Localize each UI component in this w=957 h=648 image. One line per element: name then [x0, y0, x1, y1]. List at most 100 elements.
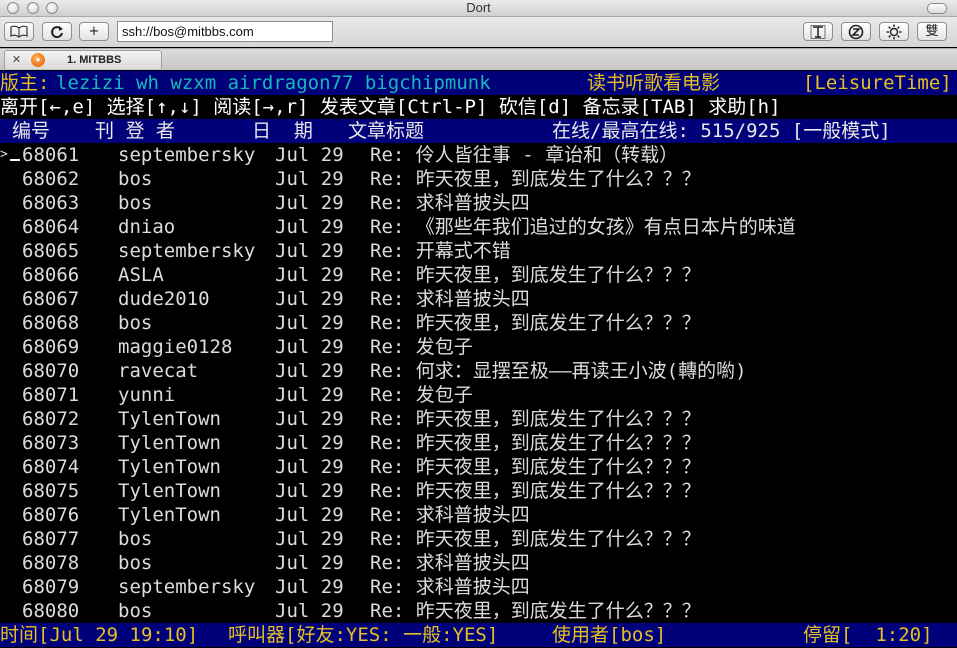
article-title: Re: 昨天夜里，到底发生了什么？？？	[370, 528, 701, 550]
column-header: 编号 刊 登 者 日 期 文章标题 在线/最高在线: 515/925 [一般模式…	[0, 119, 957, 143]
article-date: Jul 29	[275, 600, 344, 622]
status-bar: 时间[Jul 29 19:10] 呼叫器[好友:YES: 一般:YES] 使用者…	[0, 623, 957, 647]
article-number: 68078	[22, 552, 80, 574]
toolbar: + ssh://bos@mitbbs.com 雙	[0, 17, 957, 47]
article-author: bos	[118, 192, 153, 214]
article-number: 68073	[22, 432, 80, 454]
article-date: Jul 29	[275, 384, 344, 406]
online-count: 在线/最高在线: 515/925 [一般模式]	[552, 120, 891, 142]
article-title: Re: 昨天夜里，到底发生了什么？？？	[370, 408, 701, 430]
article-date: Jul 29	[275, 576, 344, 598]
article-date: Jul 29	[275, 288, 344, 310]
help-line: 离开[←,e] 选择[↑,↓] 阅读[→,r] 发表文章[Ctrl-P] 砍信[…	[0, 96, 781, 118]
col-date: 日 期	[252, 120, 313, 142]
article-number: 68077	[22, 528, 80, 550]
article-row[interactable]: 68080 bos Jul 29 Re: 昨天夜里，到底发生了什么？？？	[0, 599, 957, 623]
article-author: ASLA	[118, 264, 164, 286]
article-row[interactable]: 68073 TylenTown Jul 29 Re: 昨天夜里，到底发生了什么？？？	[0, 431, 957, 455]
article-row[interactable]: 68066 ASLA Jul 29 Re: 昨天夜里，到底发生了什么？？？	[0, 263, 957, 287]
article-date: Jul 29	[275, 432, 344, 454]
tab-bar: ✕ ★ 1. MITBBS	[0, 48, 957, 71]
article-title: Re: 求科普披头四	[370, 576, 530, 598]
article-row[interactable]: 68074 TylenTown Jul 29 Re: 昨天夜里，到底发生了什么？？？	[0, 455, 957, 479]
article-number: 68074	[22, 456, 80, 478]
article-title: Re: 求科普披头四	[370, 504, 530, 526]
article-author: bos	[118, 552, 153, 574]
article-number: 68063	[22, 192, 80, 214]
article-row[interactable]: 68069 maggie0128 Jul 29 Re: 发包子	[0, 335, 957, 359]
text-cursor	[10, 159, 20, 161]
article-author: dniao	[118, 216, 176, 238]
article-row[interactable]: 68078 bos Jul 29 Re: 求科普披头四	[0, 551, 957, 575]
board-name: [LeisureTime]	[803, 72, 952, 94]
article-title: Re: 昨天夜里，到底发生了什么？？？	[370, 432, 701, 454]
article-date: Jul 29	[275, 480, 344, 502]
article-row[interactable]: 68068 bos Jul 29 Re: 昨天夜里，到底发生了什么？？？	[0, 311, 957, 335]
article-row[interactable]: 68065 septembersky Jul 29 Re: 开幕式不错	[0, 239, 957, 263]
article-author: bos	[118, 600, 153, 622]
article-row[interactable]: >68061 septembersky Jul 29 Re: 伶人皆往事 - 章诒和（…	[0, 143, 957, 167]
address-field[interactable]: ssh://bos@mitbbs.com	[117, 21, 333, 42]
article-row[interactable]: 68067 dude2010 Jul 29 Re: 求科普披头四	[0, 287, 957, 311]
article-number: 68061	[22, 144, 80, 166]
settings-icon[interactable]	[879, 22, 909, 41]
article-author: maggie0128	[118, 336, 233, 358]
status-pager: 呼叫器[好友:YES: 一般:YES]	[228, 624, 499, 646]
status-stay: 停留[ 1:20]	[803, 624, 933, 646]
article-date: Jul 29	[275, 240, 344, 262]
article-row[interactable]: 68062 bos Jul 29 Re: 昨天夜里，到底发生了什么？？？	[0, 167, 957, 191]
bookmarks-icon[interactable]	[4, 22, 34, 41]
cursor-marker: >	[0, 147, 8, 162]
article-number: 68066	[22, 264, 80, 286]
status-user: 使用者[bos]	[552, 624, 667, 646]
article-row[interactable]: 68077 bos Jul 29 Re: 昨天夜里，到底发生了什么？？？	[0, 527, 957, 551]
article-number: 68062	[22, 168, 80, 190]
terminal-screen[interactable]: 版主: lezizi wh wzxm airdragon77 bigchipmu…	[0, 70, 957, 648]
toolbar-toggle-icon[interactable]	[927, 3, 947, 14]
article-author: septembersky	[118, 144, 256, 166]
window-title: Dort	[466, 0, 491, 15]
col-number: 编号	[12, 120, 51, 142]
article-date: Jul 29	[275, 528, 344, 550]
article-title: Re: 求科普披头四	[370, 192, 530, 214]
article-row[interactable]: 68079 septembersky Jul 29 Re: 求科普披头四	[0, 575, 957, 599]
article-title: Re: 昨天夜里，到底发生了什么？？？	[370, 600, 701, 622]
convert-button[interactable]: 雙	[917, 22, 947, 41]
article-number: 68076	[22, 504, 80, 526]
article-row[interactable]: 68070 ravecat Jul 29 Re: 何求：显摆至极——再读王小波(轉的喲…	[0, 359, 957, 383]
article-title: Re: 发包子	[370, 336, 473, 358]
article-row[interactable]: 68071 yunni Jul 29 Re: 发包子	[0, 383, 957, 407]
article-date: Jul 29	[275, 408, 344, 430]
encoding-icon[interactable]	[841, 22, 871, 41]
article-author: bos	[118, 528, 153, 550]
tab-mitbbs[interactable]: ✕ ★ 1. MITBBS	[4, 50, 162, 69]
article-row[interactable]: 68075 TylenTown Jul 29 Re: 昨天夜里，到底发生了什么？？？	[0, 479, 957, 503]
article-author: ravecat	[118, 360, 199, 382]
board-header: 版主: lezizi wh wzxm airdragon77 bigchipmu…	[0, 71, 957, 95]
article-number: 68064	[22, 216, 80, 238]
article-date: Jul 29	[275, 456, 344, 478]
tab-label: 1. MITBBS	[67, 54, 122, 66]
add-icon[interactable]: +	[79, 22, 109, 41]
article-date: Jul 29	[275, 216, 344, 238]
article-title: Re: 昨天夜里，到底发生了什么？？？	[370, 456, 701, 478]
font-icon[interactable]	[803, 22, 833, 41]
article-date: Jul 29	[275, 552, 344, 574]
article-author: bos	[118, 168, 153, 190]
article-title: Re: 昨天夜里，到底发生了什么？？？	[370, 312, 701, 334]
article-number: 68069	[22, 336, 80, 358]
article-author: bos	[118, 312, 153, 334]
article-row[interactable]: 68072 TylenTown Jul 29 Re: 昨天夜里，到底发生了什么？？？	[0, 407, 957, 431]
article-number: 68072	[22, 408, 80, 430]
article-author: TylenTown	[118, 480, 221, 502]
article-row[interactable]: 68064 dniao Jul 29 Re: 《那些年我们追过的女孩》有点日本片的味道	[0, 215, 957, 239]
article-row[interactable]: 68063 bos Jul 29 Re: 求科普披头四	[0, 191, 957, 215]
article-date: Jul 29	[275, 144, 344, 166]
reload-icon[interactable]	[42, 22, 72, 41]
close-tab-icon[interactable]: ✕	[10, 53, 23, 66]
article-title: Re: 求科普披头四	[370, 552, 530, 574]
article-author: TylenTown	[118, 456, 221, 478]
article-author: septembersky	[118, 576, 256, 598]
article-number: 68071	[22, 384, 80, 406]
article-row[interactable]: 68076 TylenTown Jul 29 Re: 求科普披头四	[0, 503, 957, 527]
